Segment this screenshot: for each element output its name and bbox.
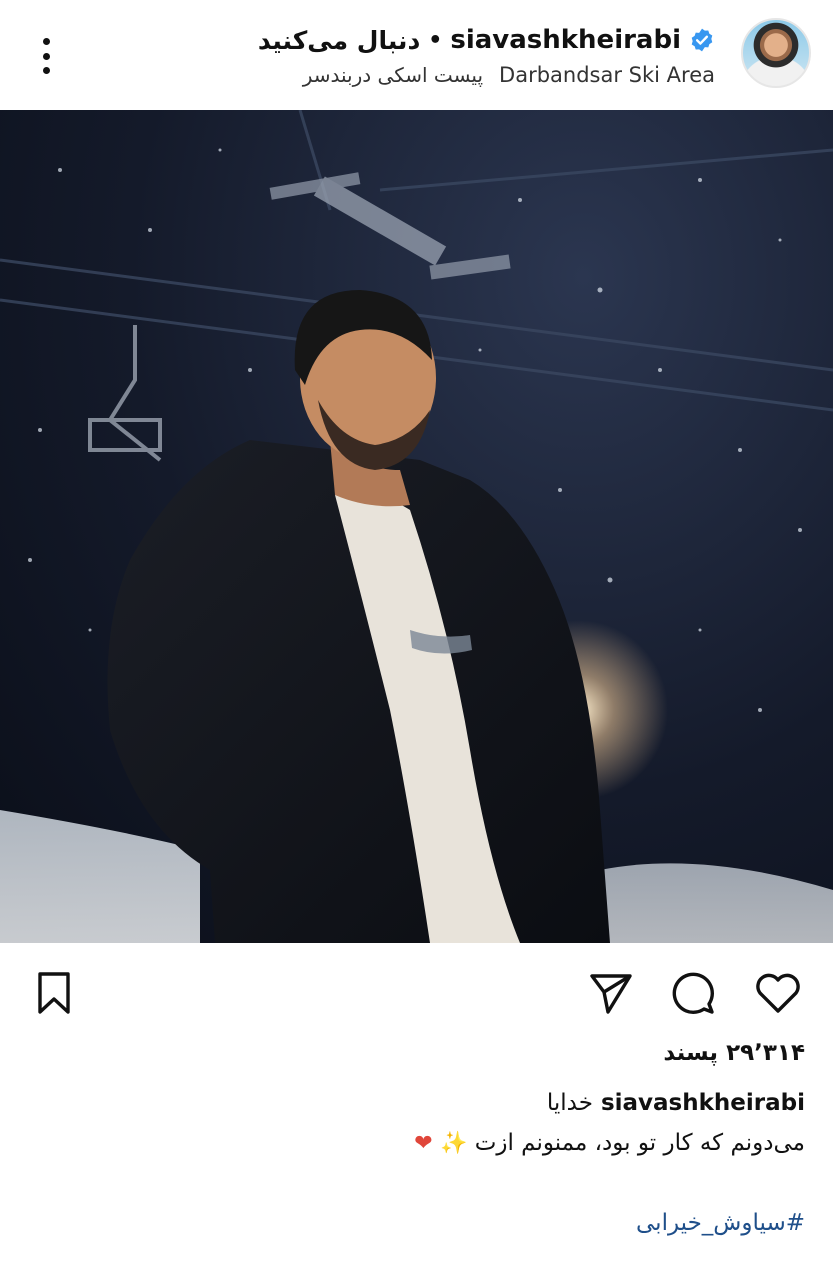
caption-text-1: خدایا: [546, 1090, 593, 1116]
sparkles-icon: ✨: [439, 1131, 468, 1156]
like-count[interactable]: ۲۹٬۳۱۴ پسند: [663, 1040, 805, 1066]
post-header: دنبال می‌کنید • siavashkheirabi پیست اسک…: [0, 0, 833, 108]
photo-illustration: [0, 110, 833, 943]
hashtag-link[interactable]: #سیاوش_خیرابی: [636, 1210, 805, 1236]
caption-line-1: خدایا siavashkheirabi: [547, 1090, 805, 1116]
caption-line-2: می‌دونم که کار تو بود، ممنونم ازت ✨ ❤: [414, 1130, 805, 1156]
heart-icon[interactable]: [752, 966, 804, 1018]
caption-username[interactable]: siavashkheirabi: [601, 1090, 805, 1116]
caption-text-2: می‌دونم که کار تو بود، ممنونم ازت: [474, 1130, 805, 1156]
heart-on-fire-icon: ❤: [414, 1131, 433, 1156]
verified-badge-icon: [691, 28, 713, 52]
send-icon[interactable]: [584, 966, 636, 1018]
following-label[interactable]: دنبال می‌کنید: [258, 26, 420, 55]
comment-icon[interactable]: [666, 966, 718, 1018]
username[interactable]: siavashkheirabi: [450, 25, 681, 55]
post-photo[interactable]: [0, 110, 833, 943]
avatar[interactable]: [741, 18, 811, 88]
location-row[interactable]: پیست اسکی دربندسر Darbandsar Ski Area: [303, 60, 715, 90]
chairlift: [88, 325, 162, 462]
location-persian[interactable]: پیست اسکی دربندسر: [303, 63, 483, 87]
bookmark-icon[interactable]: [28, 966, 80, 1018]
snow-right: [600, 863, 833, 943]
title-row: دنبال می‌کنید • siavashkheirabi: [258, 22, 715, 58]
separator-dot: •: [428, 27, 443, 53]
more-options-icon[interactable]: [30, 36, 62, 76]
location-english[interactable]: Darbandsar Ski Area: [499, 63, 715, 87]
